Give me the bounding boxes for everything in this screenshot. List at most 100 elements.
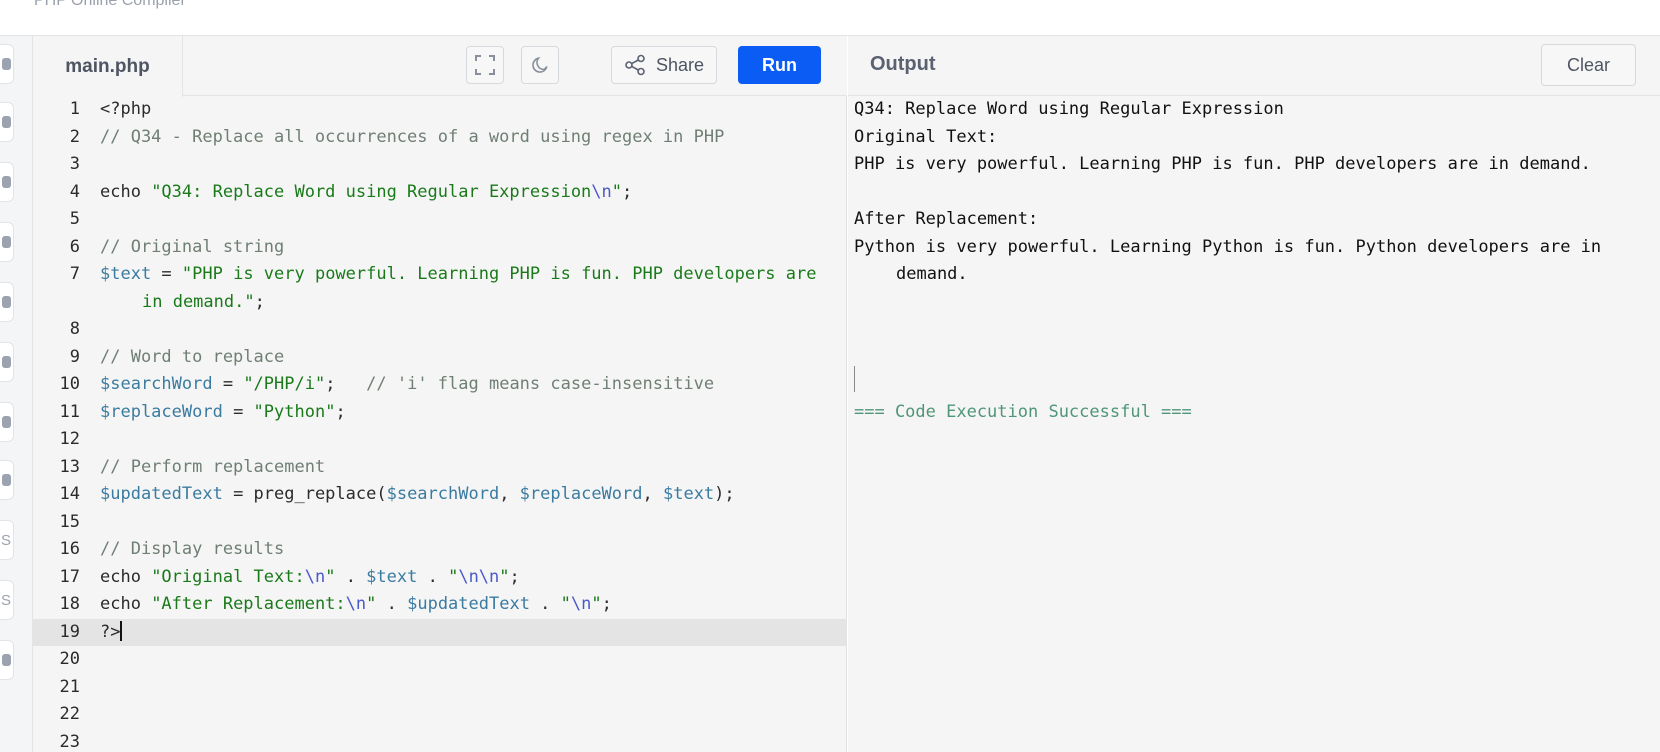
- output-title: Output: [870, 53, 936, 75]
- code-token: $text: [366, 566, 418, 587]
- database-icon[interactable]: [0, 162, 14, 202]
- code-token: $searchWord: [100, 374, 213, 394]
- line-number: 1: [69, 99, 80, 119]
- code-text: echo "Q34: Replace Word using Regular Ex…: [100, 179, 839, 207]
- code-token: ,: [499, 484, 520, 504]
- code-line[interactable]: 2 // Q34 - Replace all occurrences of a w…: [33, 124, 847, 152]
- code-token: \n: [570, 594, 592, 614]
- html-icon-glyph: [2, 236, 11, 248]
- line-number: 5: [69, 209, 80, 229]
- python-icon[interactable]: [0, 44, 14, 84]
- code-line[interactable]: 13 // Perform replacement: [33, 454, 847, 482]
- stack-icon[interactable]: [0, 640, 14, 680]
- csharp-icon[interactable]: [0, 460, 14, 500]
- code-token: =: [151, 264, 182, 284]
- code-line[interactable]: 20: [33, 646, 847, 674]
- code-token: .: [335, 566, 367, 587]
- code-token: $text: [100, 264, 152, 284]
- r-icon[interactable]: [0, 102, 14, 142]
- code-line[interactable]: 17 echo "Original Text:\n" . $text . "\n\…: [33, 564, 847, 592]
- code-line[interactable]: 16 // Display results: [33, 536, 847, 564]
- code-line[interactable]: 4 echo "Q34: Replace Word using Regular E…: [33, 179, 847, 207]
- code-token: ": [560, 594, 571, 614]
- code-token: $updatedText: [100, 484, 223, 504]
- code-token: ;: [325, 374, 367, 394]
- share-label: Share: [655, 54, 705, 75]
- code-line[interactable]: 21: [33, 674, 847, 702]
- output-console[interactable]: Q34: Replace Word using Regular Expressi…: [854, 96, 1654, 752]
- top-bar: PHP Online Compiler: [0, 0, 1660, 36]
- cpp-icon-glyph: [2, 416, 11, 428]
- line-number: 20: [59, 649, 80, 669]
- code-token: );: [714, 484, 735, 504]
- line-number: 9: [69, 346, 80, 367]
- code-token: \n\n: [458, 566, 500, 587]
- line-number: 18: [59, 594, 80, 614]
- code-text: $text = "PHP is very powerful. Learning …: [100, 261, 839, 316]
- js-icon[interactable]: S: [0, 520, 14, 560]
- line-number: 15: [59, 511, 80, 532]
- code-line[interactable]: 10 $searchWord = "/PHP/i"; // 'i' flag me…: [33, 371, 847, 399]
- code-token: $replaceWord: [519, 484, 643, 504]
- line-number: 12: [59, 429, 80, 449]
- fullscreen-button[interactable]: [466, 46, 504, 84]
- file-tab-main-php[interactable]: main.php: [33, 36, 183, 97]
- code-text: // Perform replacement: [100, 454, 839, 482]
- output-cursor: [854, 366, 855, 392]
- code-token: // Original string: [100, 236, 285, 257]
- code-line[interactable]: 15: [33, 509, 847, 537]
- code-line[interactable]: 12: [33, 426, 847, 454]
- code-line[interactable]: 9 // Word to replace: [33, 344, 847, 372]
- share-button[interactable]: Share: [611, 46, 717, 84]
- code-token: "After Replacement:: [151, 594, 346, 614]
- code-line[interactable]: 7 $text = "PHP is very powerful. Learning…: [33, 261, 847, 316]
- clear-button[interactable]: Clear: [1541, 44, 1636, 86]
- code-area[interactable]: 1 <?php 2 // Q34 - Replace all occurrences …: [33, 96, 847, 752]
- code-line[interactable]: 1 <?php: [33, 96, 847, 124]
- code-editor-panel: main.php Share Run 1 <?php 2 // Q34 - Repla…: [33, 36, 847, 752]
- code-token: .: [376, 594, 408, 614]
- code-line[interactable]: 23: [33, 729, 847, 752]
- database-icon-glyph: [2, 176, 11, 188]
- code-token: .: [529, 594, 561, 614]
- code-token: $text: [662, 484, 715, 504]
- code-line[interactable]: 6 // Original string: [33, 234, 847, 262]
- code-line[interactable]: 18 echo "After Replacement:\n" . $updated…: [33, 591, 847, 619]
- code-token: // Perform replacement: [100, 456, 326, 477]
- c-icon[interactable]: [0, 342, 14, 382]
- code-text: <?php: [100, 96, 839, 124]
- code-line[interactable]: 8: [33, 316, 847, 344]
- code-line[interactable]: 5: [33, 206, 847, 234]
- code-line[interactable]: 3: [33, 151, 847, 179]
- moon-icon: [532, 56, 548, 73]
- code-text: // Q34 - Replace all occurrences of a wo…: [100, 124, 839, 152]
- python-icon-glyph: [2, 58, 11, 70]
- run-button[interactable]: Run: [738, 46, 821, 84]
- line-number: 22: [59, 704, 80, 724]
- output-line: Q34: Replace Word using Regular Expressi…: [854, 99, 1284, 119]
- line-number: 23: [59, 731, 80, 752]
- code-token: "/PHP/i": [243, 374, 326, 394]
- line-number: 21: [59, 676, 80, 697]
- code-line[interactable]: 22: [33, 701, 847, 729]
- site-title: PHP Online Compiler: [34, 0, 186, 9]
- ts-icon[interactable]: S: [0, 580, 14, 620]
- code-line[interactable]: 19 ?>: [33, 618, 847, 647]
- code-text: ?>: [100, 619, 839, 647]
- cpp-icon[interactable]: [0, 402, 14, 442]
- dark-mode-button[interactable]: [521, 46, 559, 84]
- code-token: <?php: [100, 99, 152, 119]
- java-icon[interactable]: [0, 282, 14, 322]
- output-line: Original Text:: [854, 126, 998, 147]
- code-line[interactable]: 11 $replaceWord = "Python";: [33, 399, 847, 427]
- code-token: ?>: [100, 621, 121, 642]
- code-token: echo: [100, 566, 152, 587]
- js-icon-glyph: S: [0, 531, 11, 549]
- output-line: After Replacement:: [854, 209, 1039, 229]
- code-line[interactable]: 14 $updatedText = preg_replace($searchWor…: [33, 481, 847, 509]
- code-token: .: [417, 566, 449, 587]
- html-icon[interactable]: [0, 222, 14, 262]
- code-token: echo: [100, 181, 152, 202]
- fullscreen-icon: [475, 55, 495, 75]
